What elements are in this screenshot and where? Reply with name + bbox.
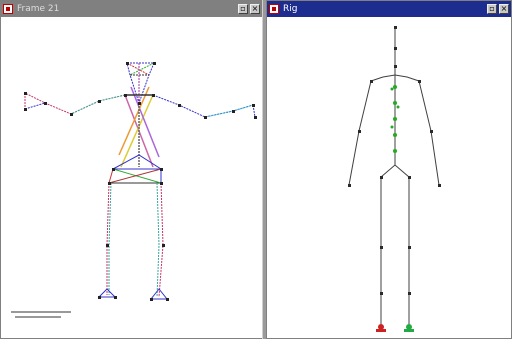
- scale-bar: [11, 311, 71, 318]
- rig-viewport[interactable]: [267, 17, 511, 338]
- head-cage: [126, 62, 155, 105]
- pelvis: [108, 154, 163, 184]
- restore-button[interactable]: ▫: [487, 4, 497, 14]
- right-viewport-window: Rig ▫ ×: [266, 0, 512, 339]
- left-arm: [24, 92, 126, 115]
- app-icon[interactable]: [269, 4, 279, 14]
- right-arm: [152, 94, 256, 118]
- motion-capture-viewport[interactable]: [1, 17, 262, 338]
- right-foot-marker: [404, 324, 414, 332]
- left-window-titlebar[interactable]: Frame 21 ▫ ×: [1, 1, 262, 17]
- right-leg: [149, 182, 169, 300]
- close-button[interactable]: ×: [250, 4, 260, 14]
- close-button[interactable]: ×: [499, 4, 509, 14]
- right-window-titlebar[interactable]: Rig ▫ ×: [267, 1, 511, 17]
- rig-bones: [348, 27, 440, 329]
- mocap-skeleton-drawing: [11, 62, 257, 318]
- rig-skeleton-drawing: [348, 26, 441, 332]
- left-window-title: Frame 21: [17, 4, 60, 14]
- left-foot-marker: [376, 324, 386, 332]
- right-window-title: Rig: [283, 4, 298, 14]
- restore-button[interactable]: ▫: [238, 4, 248, 14]
- left-leg: [97, 182, 117, 298]
- app-icon[interactable]: [3, 4, 13, 14]
- left-viewport-window: Frame 21 ▫ ×: [0, 0, 263, 339]
